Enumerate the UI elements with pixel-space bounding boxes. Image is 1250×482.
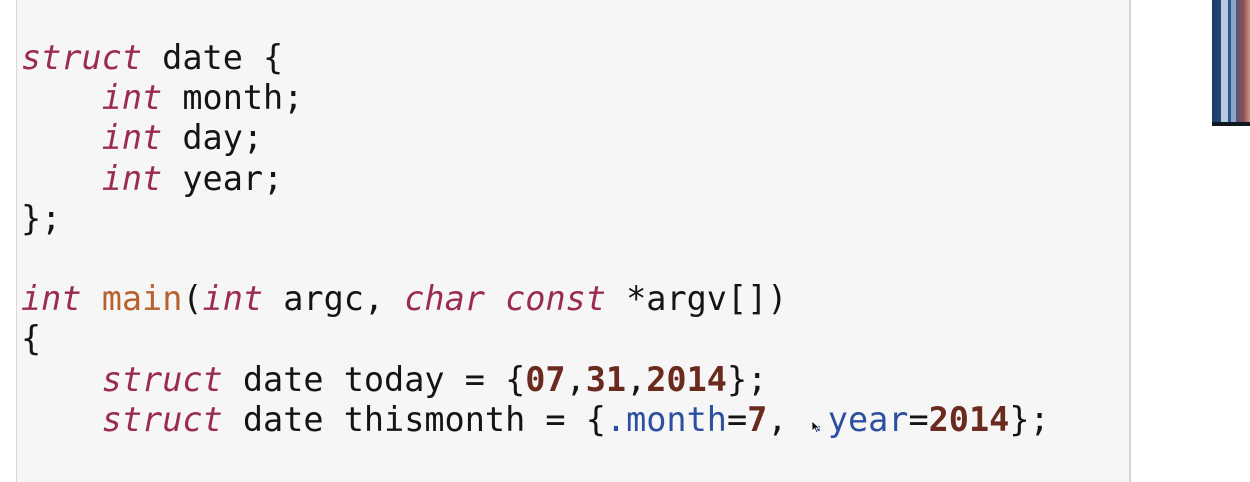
code-token-pl: day;: [162, 118, 264, 158]
code-token-kw: const: [505, 279, 606, 319]
code-line[interactable]: };: [21, 199, 1050, 239]
code-token-num: 2014: [928, 399, 1010, 439]
code-token-mem: .year: [807, 399, 909, 439]
code-token-pl: ,: [565, 359, 586, 399]
code-line[interactable]: int day;: [21, 118, 1050, 158]
code-token-pl: };: [1009, 399, 1050, 439]
code-token-pl: argc,: [263, 279, 405, 319]
code-editor[interactable]: struct date { int month; int day; int ye…: [16, 0, 1131, 482]
code-token-pl: year;: [162, 158, 284, 198]
code-token-kw: struct: [21, 38, 143, 77]
code-token-num: 2014: [646, 359, 727, 399]
book-cover-edge: [1212, 122, 1250, 126]
code-token-num: 7: [747, 399, 768, 439]
code-token-pl: ,: [767, 399, 808, 439]
mouse-pointer-icon: [811, 420, 821, 434]
code-token-kw: int: [101, 78, 163, 118]
code-line[interactable]: int month;: [21, 78, 1050, 118]
code-line[interactable]: struct date thismonth = {.month=7, .year…: [21, 400, 1050, 440]
code-token-pl: };: [726, 359, 768, 399]
code-token-pl: date thismonth = {: [222, 399, 606, 439]
code-token-kw: int: [101, 158, 163, 198]
code-token-pl: {: [21, 319, 42, 359]
code-line[interactable]: int year;: [21, 159, 1050, 199]
code-line[interactable]: [21, 239, 1050, 279]
code-token-pl: date {: [142, 38, 284, 77]
code-token-pl: =: [726, 399, 748, 439]
code-line[interactable]: struct date {: [21, 38, 1050, 78]
code-token-kw: struct: [101, 399, 223, 439]
book-spine-stripe: [1221, 0, 1228, 126]
code-line[interactable]: int main(int argc, char const *argv[]): [21, 279, 1050, 319]
code-token-pl: month;: [162, 78, 304, 118]
code-token-num: 07: [525, 359, 566, 399]
code-token-fn: main: [101, 279, 183, 319]
code-token-mem: .month: [605, 399, 727, 439]
code-token-pl: =: [908, 399, 929, 439]
code-token-pl: (: [182, 279, 203, 319]
code-token-kw: char: [404, 279, 485, 319]
code-token-kw: int: [21, 279, 82, 319]
book-cover-thumbnail: [1212, 0, 1250, 126]
code-line[interactable]: {: [21, 319, 1050, 359]
code-token-pl: };: [21, 198, 62, 238]
code-token-num: 31: [585, 359, 627, 399]
code-area[interactable]: struct date { int month; int day; int ye…: [21, 38, 1050, 440]
code-token-pl: date today = {: [222, 359, 526, 399]
code-token-pl: ,: [626, 359, 647, 399]
code-token-pl: *argv[]): [605, 279, 788, 319]
code-token-kw: struct: [101, 359, 223, 399]
book-spine-highlight: [1231, 0, 1236, 126]
code-line[interactable]: struct date today = {07,31,2014};: [21, 360, 1050, 400]
code-token-kw: int: [202, 279, 264, 319]
code-token-kw: int: [101, 118, 163, 158]
